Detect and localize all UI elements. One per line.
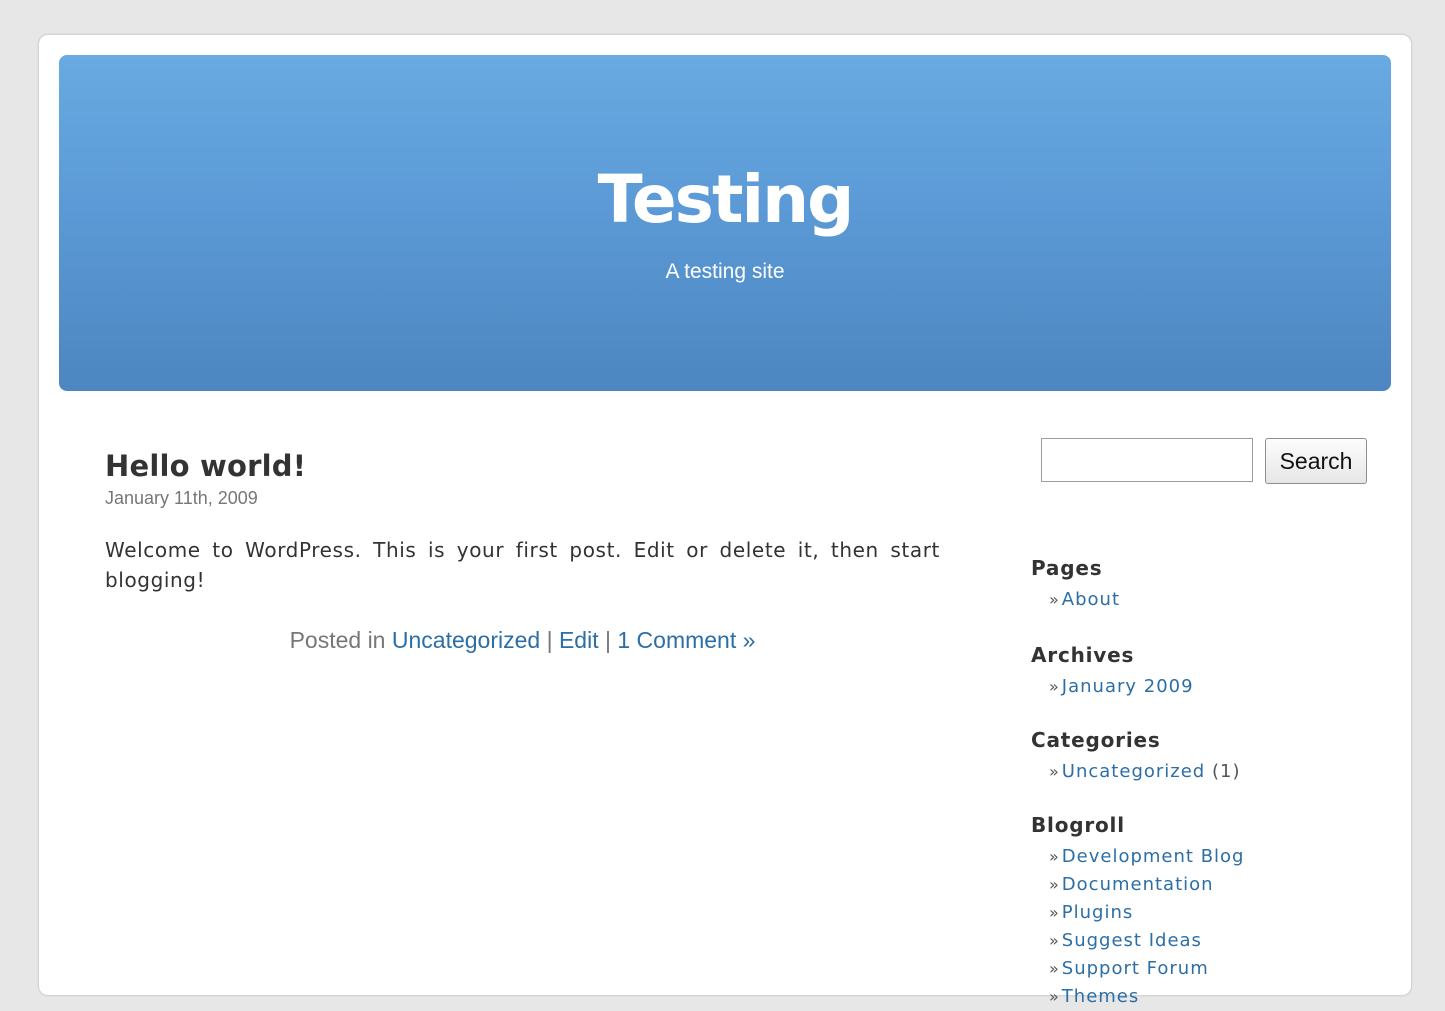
search-button[interactable]: Search [1265, 438, 1367, 484]
bullet-icon: » [1049, 677, 1060, 696]
sidebar: Search Pages » About Archives » January 20… [1031, 438, 1376, 1007]
list-item: » About [1049, 586, 1120, 614]
post-meta: Posted in Uncategorized | Edit | 1 Comme… [105, 627, 940, 654]
post: Hello world! January 11th, 2009 Welcome … [105, 450, 940, 654]
widget-title: Blogroll [1031, 813, 1125, 837]
search-input[interactable] [1041, 438, 1253, 482]
archive-link[interactable]: January 2009 [1062, 676, 1194, 697]
archives-list: » January 2009 [1049, 673, 1194, 701]
blogroll-link[interactable]: Support Forum [1062, 958, 1209, 979]
list-item: » Documentation [1049, 871, 1244, 899]
meta-separator: | [604, 626, 611, 653]
category-link[interactable]: Uncategorized [392, 627, 540, 653]
bullet-icon: » [1049, 987, 1060, 1006]
post-title[interactable]: Hello world! [105, 450, 940, 483]
widget-categories: Categories » Uncategorized (1) [1031, 729, 1240, 786]
list-item: » January 2009 [1049, 673, 1194, 701]
blogroll-list: » Development Blog » Documentation » Plugin… [1049, 843, 1244, 1011]
bullet-icon: » [1049, 847, 1060, 866]
blogroll-link[interactable]: Suggest Ideas [1062, 930, 1202, 951]
posted-in-label: Posted in [289, 626, 386, 653]
widget-pages: Pages » About [1031, 557, 1120, 614]
post-date: January 11th, 2009 [105, 487, 258, 508]
bullet-icon: » [1049, 875, 1060, 894]
list-item: » Themes [1049, 983, 1244, 1011]
bullet-icon: » [1049, 762, 1060, 781]
page-link-about[interactable]: About [1062, 589, 1120, 610]
bullet-icon: » [1049, 959, 1060, 978]
bullet-icon: » [1049, 903, 1060, 922]
search-form: Search [1041, 438, 1376, 488]
widget-title: Categories [1031, 728, 1161, 752]
blogroll-link[interactable]: Documentation [1062, 874, 1214, 895]
comments-link[interactable]: 1 Comment » [617, 627, 755, 653]
categories-list: » Uncategorized (1) [1049, 758, 1240, 786]
widget-title: Pages [1031, 556, 1103, 580]
widget-blogroll: Blogroll » Development Blog » Documentatio… [1031, 814, 1244, 1011]
category-count: (1) [1211, 761, 1241, 782]
bullet-icon: » [1049, 931, 1060, 950]
bullet-icon: » [1049, 590, 1060, 609]
list-item: » Development Blog [1049, 843, 1244, 871]
meta-separator: | [546, 626, 553, 653]
post-body: Welcome to WordPress. This is your first… [105, 537, 940, 592]
page-frame: Testing A testing site Hello world! Janu… [38, 34, 1412, 1007]
list-item: » Plugins [1049, 899, 1244, 927]
list-item: » Support Forum [1049, 955, 1244, 983]
edit-link[interactable]: Edit [559, 627, 599, 653]
blogroll-link[interactable]: Plugins [1062, 902, 1133, 923]
blogroll-link[interactable]: Themes [1062, 986, 1139, 1007]
blogroll-link[interactable]: Development Blog [1062, 846, 1245, 867]
pages-list: » About [1049, 586, 1120, 614]
list-item: » Uncategorized (1) [1049, 758, 1240, 786]
site-description: A testing site [665, 260, 785, 283]
list-item: » Suggest Ideas [1049, 927, 1244, 955]
widget-title: Archives [1031, 643, 1135, 667]
widget-archives: Archives » January 2009 [1031, 644, 1194, 701]
site-title[interactable]: Testing [59, 167, 1391, 233]
site-header: Testing A testing site [59, 55, 1391, 391]
category-link-uncategorized[interactable]: Uncategorized [1062, 761, 1205, 782]
